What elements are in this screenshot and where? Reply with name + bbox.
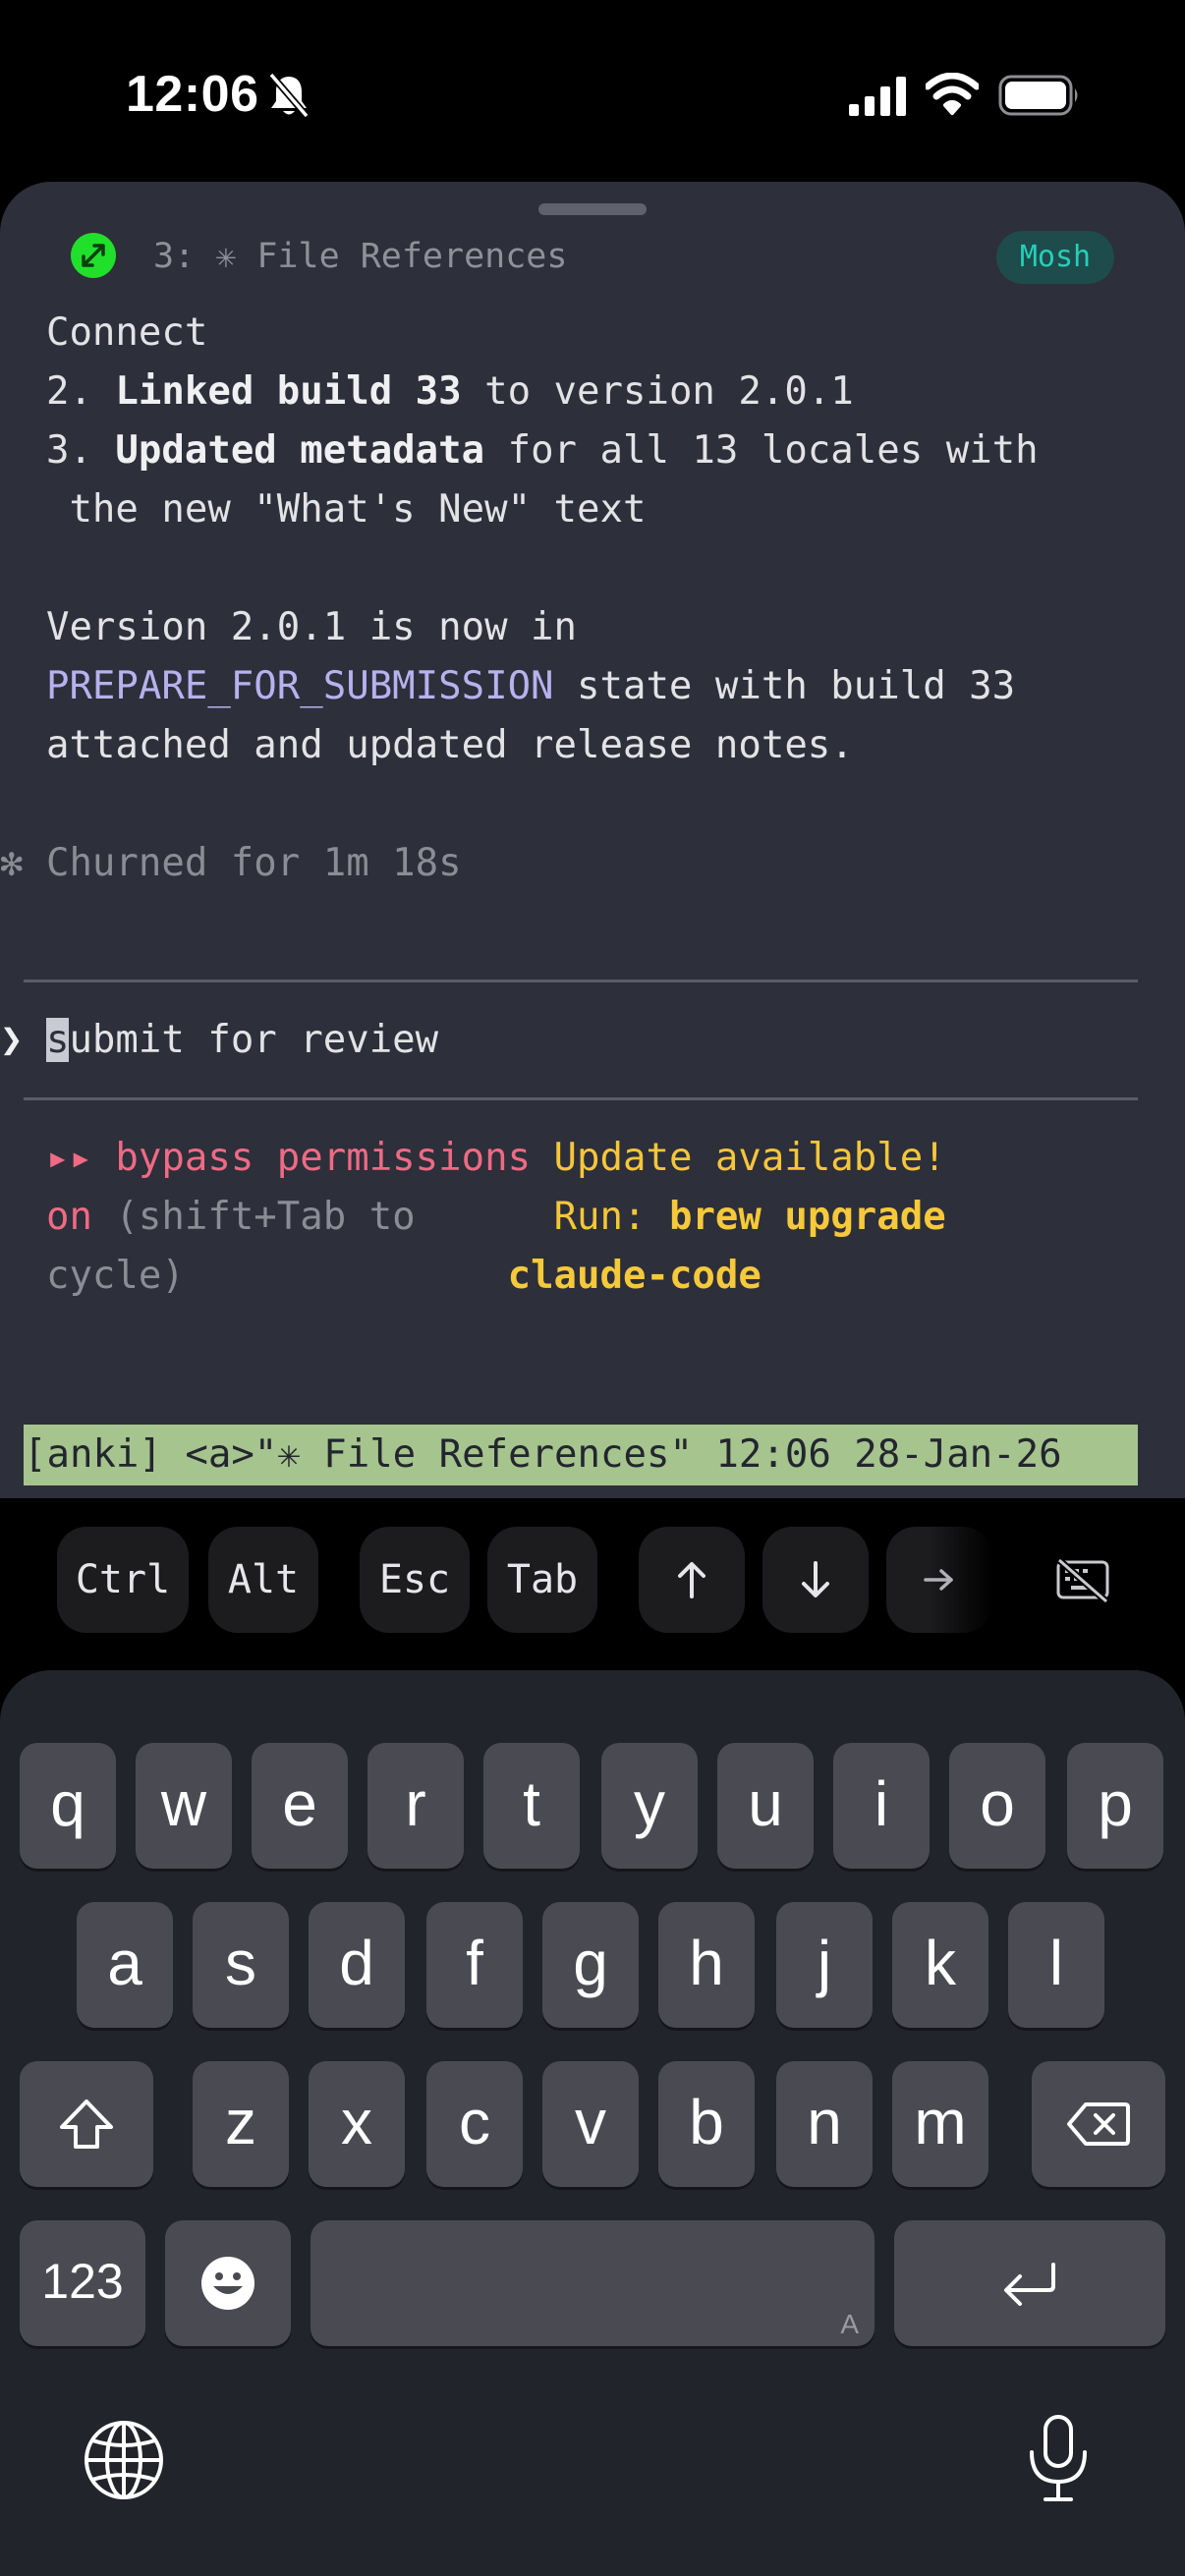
tab-key[interactable]: Tab	[487, 1527, 597, 1633]
key-b[interactable]: b	[658, 2061, 755, 2187]
key-q[interactable]: q	[20, 1743, 116, 1869]
terminal-line: Version 2.0.1 is now in	[45, 605, 578, 649]
arrow-up-key[interactable]	[639, 1527, 745, 1633]
software-keyboard: q w e r t y u i o p a s d f g h j k l z …	[0, 1670, 1185, 2576]
return-key[interactable]	[894, 2220, 1165, 2346]
wifi-icon	[926, 73, 979, 115]
key-u[interactable]: u	[717, 1743, 814, 1869]
arrow-right-key[interactable]	[886, 1527, 992, 1633]
key-t[interactable]: t	[483, 1743, 580, 1869]
emoji-key[interactable]	[165, 2220, 291, 2346]
key-x[interactable]: x	[309, 2061, 405, 2187]
key-o[interactable]: o	[949, 1743, 1045, 1869]
shift-arrow-icon	[60, 2100, 113, 2149]
prompt-divider-top	[24, 980, 1138, 982]
terminal-line: 2. Linked build 33 to version 2.0.1	[45, 369, 854, 414]
numbers-key[interactable]: 123	[20, 2220, 145, 2346]
key-l[interactable]: l	[1008, 1902, 1104, 2028]
terminal-line: the new "What's New" text	[45, 487, 647, 532]
backspace-icon	[1067, 2102, 1130, 2146]
arrow-down-icon	[802, 1561, 829, 1597]
status-bar: 12:06	[0, 0, 1185, 182]
footer-line: cycle) claude-code	[45, 1254, 762, 1298]
battery-icon	[998, 75, 1078, 116]
churn-status: ✻ Churned for 1m 18s	[0, 841, 462, 885]
space-language-hint: A	[840, 2309, 859, 2339]
key-w[interactable]: w	[136, 1743, 232, 1869]
ctrl-key[interactable]: Ctrl	[57, 1527, 189, 1633]
key-j[interactable]: j	[776, 1902, 873, 2028]
mosh-badge: Mosh	[996, 231, 1114, 284]
arrow-up-icon	[678, 1562, 705, 1598]
key-m[interactable]: m	[892, 2061, 988, 2187]
key-p[interactable]: p	[1067, 1743, 1163, 1869]
key-e[interactable]: e	[252, 1743, 348, 1869]
prompt-chevron-icon: ❯	[0, 1018, 24, 1062]
space-key[interactable]: A	[310, 2220, 875, 2346]
key-k[interactable]: k	[892, 1902, 988, 2028]
status-time: 12:06	[126, 66, 259, 123]
prompt-input[interactable]: ❯ submit for review	[0, 1011, 1185, 1070]
key-z[interactable]: z	[193, 2061, 289, 2187]
connection-status-icon[interactable]	[71, 233, 116, 278]
key-n[interactable]: n	[776, 2061, 873, 2187]
sheet-grabber[interactable]	[538, 203, 647, 215]
key-d[interactable]: d	[309, 1902, 405, 2028]
keyboard-dismiss-icon[interactable]	[1055, 1556, 1110, 1605]
backspace-key[interactable]	[1032, 2061, 1165, 2187]
return-icon	[1004, 2263, 1055, 2306]
arrow-down-key[interactable]	[762, 1527, 869, 1633]
extra-keys-toolbar: Ctrl Alt Esc Tab	[0, 1503, 1185, 1658]
arrow-right-icon	[924, 1569, 953, 1591]
footer-line: on (shift+Tab to Run: brew upgrade	[45, 1195, 946, 1239]
text-cursor: s	[45, 1018, 70, 1062]
esc-key[interactable]: Esc	[360, 1527, 470, 1633]
terminal-line: attached and updated release notes.	[45, 723, 854, 767]
key-s[interactable]: s	[193, 1902, 289, 2028]
key-c[interactable]: c	[426, 2061, 523, 2187]
globe-icon[interactable]	[83, 2419, 165, 2501]
terminal-window[interactable]: 3: ✳ File References Mosh Connect 2. Lin…	[0, 182, 1185, 1498]
terminal-line: 3. Updated metadata for all 13 locales w…	[45, 428, 1039, 473]
key-g[interactable]: g	[542, 1902, 639, 2028]
key-r[interactable]: r	[367, 1743, 464, 1869]
key-y[interactable]: y	[601, 1743, 698, 1869]
key-h[interactable]: h	[658, 1902, 755, 2028]
key-f[interactable]: f	[426, 1902, 523, 2028]
churn-asterisk-icon: ✻	[0, 841, 24, 885]
alt-key[interactable]: Alt	[208, 1527, 318, 1633]
prompt-divider-bottom	[24, 1097, 1138, 1100]
shift-key[interactable]	[20, 2061, 153, 2187]
key-a[interactable]: a	[77, 1902, 173, 2028]
expand-arrows-icon	[82, 244, 105, 267]
emoji-icon	[201, 2257, 254, 2310]
session-tab-title[interactable]: 3: ✳ File References	[153, 237, 567, 276]
bell-slash-icon	[268, 72, 310, 119]
footer-line: ▸▸ bypass permissions Update available!	[45, 1136, 946, 1180]
key-i[interactable]: i	[833, 1743, 930, 1869]
terminal-line: Connect	[45, 310, 208, 355]
cellular-signal-icon	[849, 77, 906, 116]
double-arrow-icon: ▸▸	[45, 1136, 92, 1180]
tmux-status-bar: [anki] <a>"✳ File References" 12:06 28-J…	[24, 1425, 1138, 1485]
microphone-icon[interactable]	[1024, 2413, 1093, 2505]
key-v[interactable]: v	[542, 2061, 639, 2187]
terminal-line: PREPARE_FOR_SUBMISSION state with build …	[45, 664, 1016, 708]
